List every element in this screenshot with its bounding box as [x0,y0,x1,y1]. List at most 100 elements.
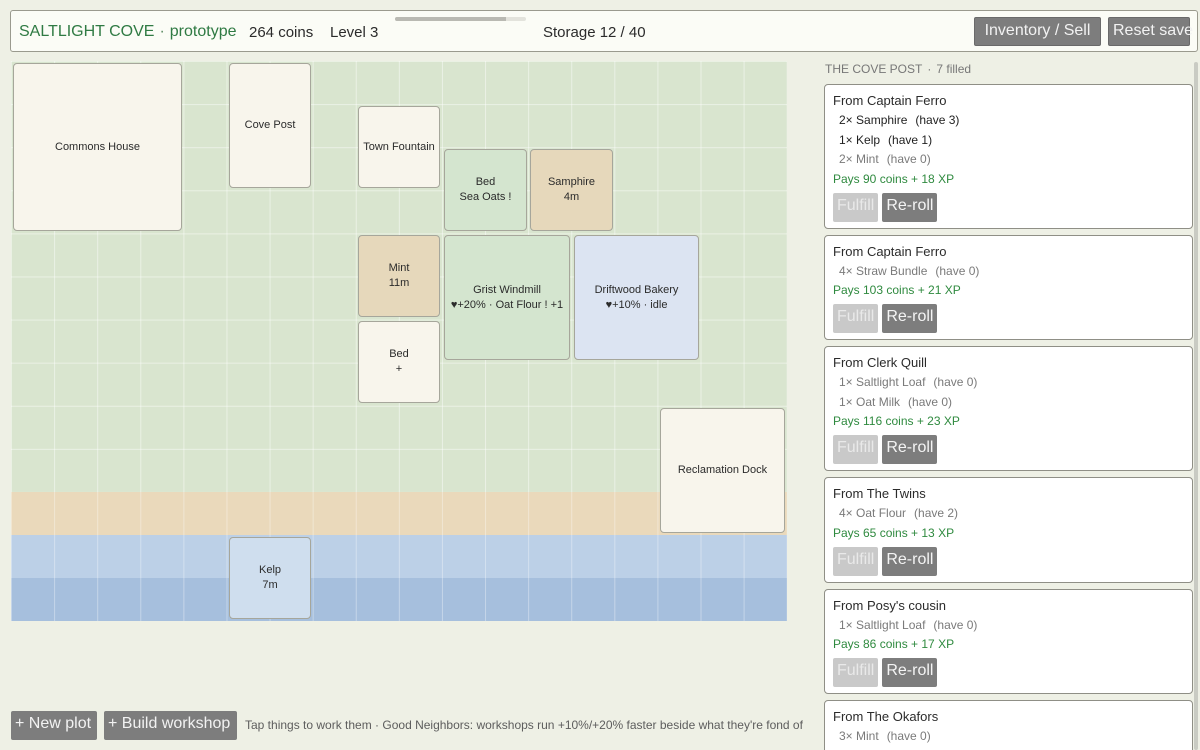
order-card: From Captain Ferro 2× Samphire (have 3) 1… [824,84,1193,229]
samphire-plot[interactable]: Samphire 4m [530,149,613,231]
order-item: 2× Samphire (have 3) [833,111,1184,131]
empty-bed-label: Bed [389,348,409,360]
reroll-button[interactable]: Re-roll [882,192,938,222]
town-fountain-label: Town Fountain [363,140,435,153]
driftwood-bakery-label: Driftwood Bakery [594,283,679,296]
mint-label: Mint [388,262,410,274]
game-brand: SALTLIGHT COVE · prototype [19,23,237,41]
samphire-timer: 4m [563,191,580,203]
order-sender: From Posy's cousin [833,597,947,613]
cove-post-building[interactable]: Cove Post [229,63,311,188]
driftwood-bakery-workshop[interactable]: Driftwood Bakery ♥+10% · idle [574,235,699,360]
order-list[interactable]: From Captain Ferro 2× Samphire (have 3) 1… [824,84,1194,750]
grist-windmill-workshop[interactable]: Grist Windmill ♥+20% · Oat Flour ! +1 [444,235,570,360]
coins-counter: 264 coins [249,24,314,41]
top-bar: SALTLIGHT COVE · prototype 264 coins Level… [10,10,1198,52]
fulfill-button[interactable]: Fulfill [833,435,879,464]
storage-counter: Storage 12 / 40 [543,24,646,41]
reroll-button[interactable]: Re-roll [882,435,938,464]
fulfill-button[interactable]: Fulfill [833,192,879,222]
cove-post-label: Cove Post [244,119,296,131]
order-list-scrollbar[interactable] [1194,62,1198,750]
kelp-timer: 7m [262,579,278,591]
bed-label: Bed [475,176,496,188]
item-qty: 1× Saltlight Loaf [839,617,926,632]
item-qty: 4× Straw Bundle [839,263,928,278]
order-item: 3× Mint (have 0) [833,727,1184,747]
bed-sea-oats-plot[interactable]: Bed Sea Oats ! [444,149,527,231]
item-qty: 2× Samphire [839,113,908,127]
kelp-label: Kelp [258,564,282,576]
order-card: From Captain Ferro 4× Straw Bundle (have … [824,234,1193,340]
item-qty: 2× Mint [839,152,879,166]
xp-progress-bar [395,17,526,21]
reroll-button[interactable]: Re-roll [882,304,938,333]
item-qty: 1× Saltlight Loaf [839,375,926,389]
reset-save-button[interactable]: Reset save [1108,17,1193,46]
item-have: (have 1) [888,132,933,147]
item-have: (have 0) [933,617,978,632]
game-title: SALTLIGHT COVE [19,23,155,40]
item-have: (have 0) [935,263,980,278]
grist-windmill-status: ♥+20% · Oat Flour ! +1 [450,298,564,311]
plant-plus-icon: + [395,363,403,375]
order-reward: Pays 116 coins + 23 XP [833,414,960,428]
inventory-sell-button[interactable]: Inventory / Sell [974,17,1101,46]
item-have: (have 0) [908,394,953,409]
driftwood-bakery-status: ♥+10% · idle [605,298,668,311]
mint-plot[interactable]: Mint 11m [358,235,440,317]
reroll-button[interactable]: Re-roll [882,658,938,687]
fulfill-button[interactable]: Fulfill [833,304,879,333]
mint-timer: 11m [388,277,410,289]
order-card: From Posy's cousin 1× Saltlight Loaf (hav… [824,588,1193,694]
reroll-button[interactable]: Re-roll [882,546,938,576]
order-item: 1× Saltlight Loaf (have 0) [833,373,1184,393]
order-item: 2× Mint (have 0) [833,150,1184,170]
order-sender: From The Okafors [833,709,939,724]
order-sender: From Captain Ferro [833,243,947,259]
cove-post-header: THE COVE POST · 7 filled [825,62,971,76]
samphire-label: Samphire [547,176,596,188]
xp-progress-fill [395,17,507,21]
kelp-plot[interactable]: Kelp 7m [229,537,311,619]
item-qty: 1× Oat Milk [839,394,901,409]
order-reward: Pays 103 coins + 21 XP [833,283,961,297]
item-have: (have 0) [933,375,978,389]
cove-post-title: THE COVE POST [825,62,923,76]
fulfill-button[interactable]: Fulfill [833,546,879,576]
brand-separator: · [159,23,165,40]
build-workshop-button[interactable]: + Build workshop [104,711,237,740]
reclamation-dock-label: Reclamation Dock [677,464,768,476]
reclamation-dock-building[interactable]: Reclamation Dock [660,408,785,533]
level-indicator: Level 3 [330,24,379,41]
farm-board[interactable]: Commons House Cove Post Town Fountain Be… [11,61,787,621]
empty-bed-plot[interactable]: Bed + [358,321,440,403]
order-reward: Pays 65 coins + 13 XP [833,525,955,540]
order-item: 4× Oat Flour (have 2) [833,504,1184,524]
order-card: From The Twins 4× Oat Flour (have 2) Pays… [824,477,1193,583]
commons-house-building[interactable]: Commons House [13,63,182,231]
order-card: From Clerk Quill 1× Saltlight Loaf (have … [824,346,1193,471]
fulfill-button[interactable]: Fulfill [833,658,879,687]
item-have: (have 0) [886,729,931,743]
order-item: 4× Straw Bundle (have 0) [833,262,1184,282]
help-hint: Tap things to work them · Good Neighbors… [245,718,803,732]
order-sender: From Captain Ferro [833,93,947,108]
bed-status: Sea Oats ! [459,191,512,203]
filled-count: 7 filled [936,62,972,76]
grist-windmill-label: Grist Windmill [473,283,541,296]
item-qty: 1× Kelp [839,132,881,147]
item-have: (have 2) [914,506,959,520]
order-card: From The Okafors 3× Mint (have 0) [824,700,1193,750]
commons-house-label: Commons House [55,140,140,153]
order-sender: From The Twins [833,486,926,501]
new-plot-button[interactable]: + New plot [11,711,97,740]
order-item: 1× Oat Milk (have 0) [833,393,1184,413]
order-item: 1× Kelp (have 1) [833,131,1184,151]
cove-post-separator: · [927,62,932,76]
deep-water-row [11,578,787,621]
town-fountain-building[interactable]: Town Fountain [358,106,440,188]
item-qty: 4× Oat Flour [839,506,907,520]
order-sender: From Clerk Quill [833,355,927,370]
shallow-water-row [11,535,787,578]
